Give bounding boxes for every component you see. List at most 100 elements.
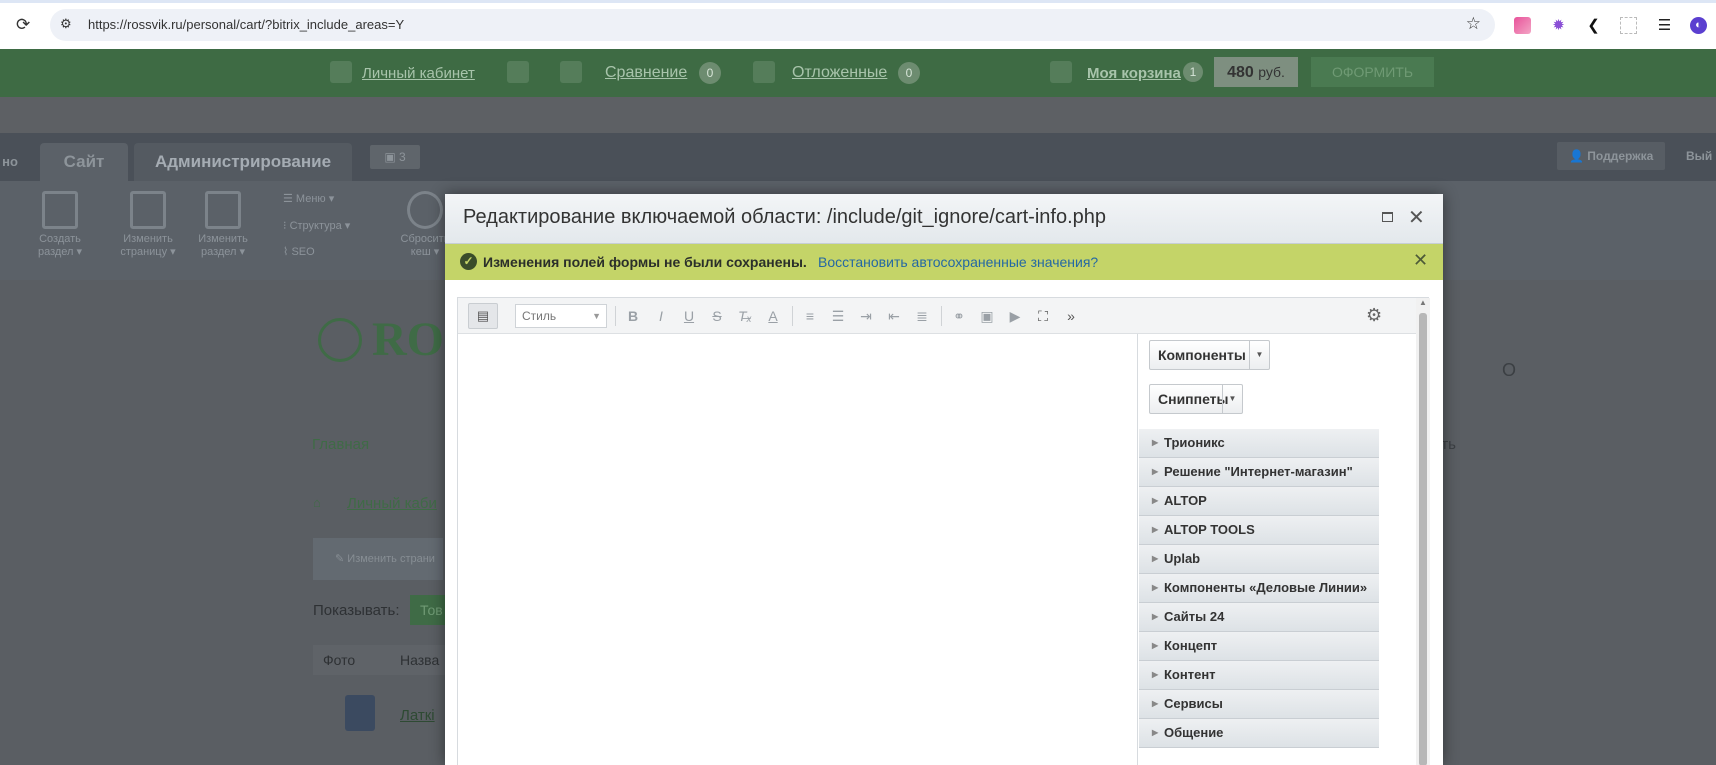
ordered-list-icon[interactable]: ≡ xyxy=(800,306,820,326)
url-text[interactable]: https://rossvik.ru/personal/cart/?bitrix… xyxy=(88,17,404,32)
edit-page-tool[interactable]: Изменить страницу ▾ xyxy=(118,191,178,258)
chevron-down-icon[interactable]: ▼ xyxy=(1222,385,1242,413)
restore-autosave-link[interactable]: Восстановить автосохраненные значения? xyxy=(818,254,1098,270)
expand-triangle-icon: ▶ xyxy=(1152,554,1159,563)
strikethrough-icon[interactable]: S xyxy=(707,306,727,326)
extension-gradient-icon[interactable] xyxy=(1514,17,1531,34)
category-label: Концепт xyxy=(1164,638,1218,653)
list-item[interactable]: ▶ Решение "Интернет-магазин" xyxy=(1139,458,1379,487)
list-item[interactable]: ▶ Контент xyxy=(1139,661,1379,690)
page-edit-icon xyxy=(130,191,166,229)
video-icon[interactable]: ▶ xyxy=(1005,306,1025,326)
fullscreen-icon[interactable]: ⛶ xyxy=(1033,306,1053,326)
edit-section-tool[interactable]: Изменить раздел ▾ xyxy=(193,191,253,258)
support-button[interactable]: 👤 Поддержка xyxy=(1557,142,1666,170)
editor-content-area[interactable] xyxy=(458,334,1138,765)
reset-cache-label: Сбросить кеш ▾ xyxy=(400,233,450,258)
list-item[interactable]: ▶ ALTOP xyxy=(1139,487,1379,516)
list-item[interactable]: ▶ Uplab xyxy=(1139,545,1379,574)
breadcrumb-account-link[interactable]: Личный каби xyxy=(347,495,437,512)
tab-administration[interactable]: Администрирование xyxy=(134,143,352,181)
folder-plus-icon xyxy=(42,191,78,229)
seo-item[interactable]: ⌇ SEO xyxy=(283,245,315,258)
extension-stack-icon[interactable]: ☰ xyxy=(1656,17,1673,34)
notice-close-icon[interactable]: ✕ xyxy=(1413,250,1428,271)
home-icon[interactable]: ⌂ xyxy=(313,495,321,510)
scrollbar-thumb[interactable] xyxy=(1419,313,1427,765)
list-item[interactable]: ▶ Сервисы xyxy=(1139,690,1379,719)
admin-tab-fragment[interactable]: но xyxy=(0,143,20,181)
snippets-button[interactable]: Сниппеты ▼ xyxy=(1149,384,1243,414)
chevron-down-icon[interactable]: ▼ xyxy=(1249,341,1269,369)
account-icon xyxy=(330,61,352,83)
profile-icon[interactable]: ◐ xyxy=(1690,17,1707,34)
component-category-list: ▶ Трионикс ▶ Решение "Интернет-магазин" ▶ A… xyxy=(1139,429,1379,748)
col-name: Назва xyxy=(400,652,440,668)
extension-placeholder-icon[interactable] xyxy=(1620,17,1637,34)
font-color-icon[interactable]: A xyxy=(763,306,783,326)
list-item[interactable]: ▶ Сайты 24 xyxy=(1139,603,1379,632)
heart-icon xyxy=(753,61,775,83)
maximize-icon[interactable] xyxy=(1382,212,1393,222)
clear-format-icon[interactable]: T̶ₓ xyxy=(735,306,755,326)
product-thumbnail[interactable] xyxy=(345,695,375,731)
list-item[interactable]: ▶ Компоненты «Деловые Линии» xyxy=(1139,574,1379,603)
dialog-header[interactable]: Редактирование включаемой области: /incl… xyxy=(445,194,1443,244)
deferred-link[interactable]: Отложенные xyxy=(792,64,887,82)
col-photo: Фото xyxy=(323,652,356,668)
components-button[interactable]: Компоненты ▼ xyxy=(1149,340,1270,370)
create-section-tool[interactable]: Создать раздел ▾ xyxy=(30,191,90,258)
back-arrow-icon[interactable]: ❮ xyxy=(1585,17,1602,34)
goods-filter-button[interactable]: Тов xyxy=(410,595,450,625)
bold-icon[interactable]: B xyxy=(623,306,643,326)
list-item[interactable]: ▶ Трионикс xyxy=(1139,429,1379,458)
list-item[interactable]: ▶ Концепт xyxy=(1139,632,1379,661)
compare-icon xyxy=(560,61,582,83)
category-label: Компоненты «Деловые Линии» xyxy=(1164,580,1368,595)
messages-badge[interactable]: ▣ 3 xyxy=(370,145,420,169)
tab-site[interactable]: Сайт xyxy=(40,143,128,181)
support-label: Поддержка xyxy=(1587,149,1654,163)
view-mode-icon[interactable]: ▤ xyxy=(468,303,498,329)
menu-item[interactable]: ☰ Меню ▾ xyxy=(283,192,334,205)
style-select[interactable]: Стиль ▼ xyxy=(515,304,607,328)
home-nav-link[interactable]: Главная xyxy=(312,436,369,453)
settings-gear-icon[interactable]: ⚙ xyxy=(1366,305,1382,326)
italic-icon[interactable]: I xyxy=(651,306,671,326)
logo-text: RO xyxy=(372,313,444,366)
extension-gear-icon[interactable]: ✹ xyxy=(1550,17,1567,34)
dialog-scrollbar[interactable]: ▲ xyxy=(1416,298,1430,765)
cart-link[interactable]: Моя корзина xyxy=(1087,65,1181,82)
category-label: ALTOP TOOLS xyxy=(1164,522,1255,537)
account-link[interactable]: Личный кабинет xyxy=(362,65,475,82)
link-icon[interactable]: ⚭ xyxy=(949,306,969,326)
list-item[interactable]: ▶ Общение xyxy=(1139,719,1379,748)
seo-label: SEO xyxy=(291,246,315,258)
outdent-icon[interactable]: ⇤ xyxy=(884,306,904,326)
expand-triangle-icon: ▶ xyxy=(1152,670,1159,679)
unordered-list-icon[interactable]: ☰ xyxy=(828,306,848,326)
site-info-icon[interactable]: ⚙ xyxy=(60,16,72,32)
reload-icon[interactable]: ⟳ xyxy=(16,15,30,35)
structure-item[interactable]: ⁝ Структура ▾ xyxy=(283,219,350,232)
close-icon[interactable]: ✕ xyxy=(1408,205,1425,230)
edit-page-button[interactable]: ✎ Изменить страни xyxy=(313,538,443,580)
components-btn-label: Компоненты xyxy=(1158,347,1246,363)
price-unit: руб. xyxy=(1258,64,1285,80)
underline-icon[interactable]: U xyxy=(679,306,699,326)
edit-section-label: Изменить раздел ▾ xyxy=(198,233,248,258)
expand-triangle-icon: ▶ xyxy=(1152,699,1159,708)
image-icon[interactable]: ▣ xyxy=(977,306,997,326)
address-bar[interactable]: ⚙ https://rossvik.ru/personal/cart/?bitr… xyxy=(50,9,1495,41)
bookmark-star-icon[interactable]: ☆ xyxy=(1466,14,1481,34)
indent-icon[interactable]: ⇥ xyxy=(856,306,876,326)
product-link[interactable]: Латкі xyxy=(400,707,435,724)
logout-button[interactable]: Вый xyxy=(1680,142,1716,170)
compare-link[interactable]: Сравнение xyxy=(605,64,687,82)
more-icon[interactable]: » xyxy=(1061,306,1081,326)
scroll-up-icon[interactable]: ▲ xyxy=(1419,298,1427,307)
checkout-button[interactable]: ОФОРМИТЬ xyxy=(1311,57,1434,87)
list-item[interactable]: ▶ ALTOP TOOLS xyxy=(1139,516,1379,545)
align-icon[interactable]: ≣ xyxy=(912,306,932,326)
refresh-icon xyxy=(407,191,443,229)
